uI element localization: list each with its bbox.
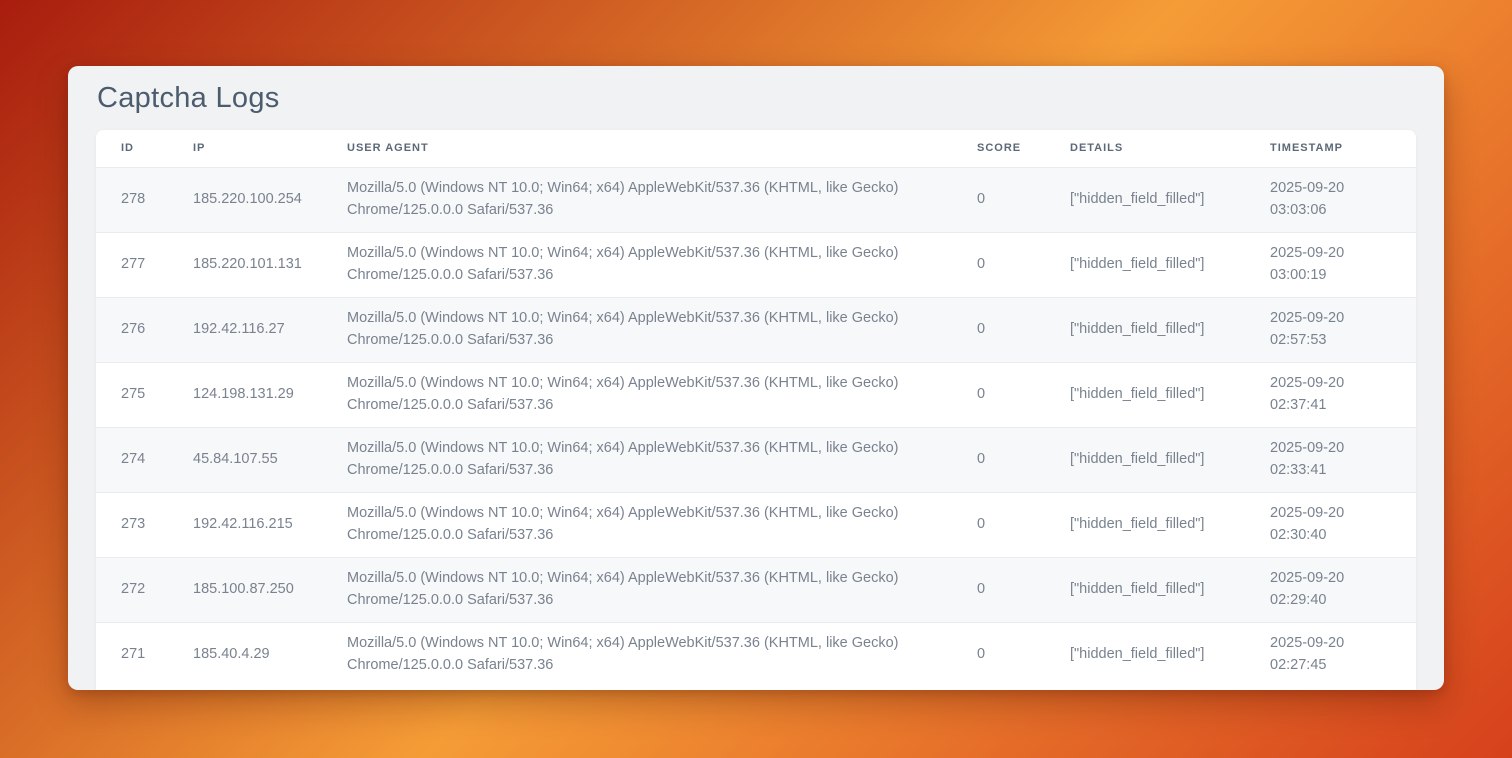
cell-user-agent: Mozilla/5.0 (Windows NT 10.0; Win64; x64… — [322, 622, 952, 687]
cell-user-agent: Mozilla/5.0 (Windows NT 10.0; Win64; x64… — [322, 167, 952, 232]
table-header: ID IP USER AGENT SCORE DETAILS TIMESTAMP — [96, 130, 1416, 167]
cell-timestamp: 2025-09-20 02:30:40 — [1245, 492, 1416, 557]
cell-score: 0 — [952, 427, 1045, 492]
captcha-logs-table-container: ID IP USER AGENT SCORE DETAILS TIMESTAMP… — [96, 130, 1416, 690]
cell-details: ["hidden_field_filled"] — [1045, 492, 1245, 557]
timestamp-value: 2025-09-20 02:27:45 — [1270, 633, 1382, 676]
cell-ip: 45.84.107.55 — [168, 427, 322, 492]
cell-details: ["hidden_field_filled"] — [1045, 622, 1245, 687]
timestamp-value: 2025-09-20 02:37:41 — [1270, 373, 1382, 416]
cell-details: ["hidden_field_filled"] — [1045, 427, 1245, 492]
cell-score: 0 — [952, 492, 1045, 557]
cell-ip: 192.42.116.215 — [168, 492, 322, 557]
cell-ip: 185.220.101.131 — [168, 232, 322, 297]
cell-ip: 185.100.87.250 — [168, 557, 322, 622]
cell-timestamp: 2025-09-20 03:03:06 — [1245, 167, 1416, 232]
table-row: 273 192.42.116.215 Mozilla/5.0 (Windows … — [96, 492, 1416, 557]
cell-details: ["hidden_field_filled"] — [1045, 362, 1245, 427]
cell-score: 0 — [952, 167, 1045, 232]
cell-id: 272 — [96, 557, 168, 622]
cell-score: 0 — [952, 232, 1045, 297]
column-header-id: ID — [96, 130, 168, 167]
timestamp-value: 2025-09-20 02:30:40 — [1270, 503, 1382, 546]
captcha-logs-card: Captcha Logs ID IP USER AGENT SCORE DETA… — [68, 66, 1444, 690]
cell-id: 275 — [96, 362, 168, 427]
cell-id: 273 — [96, 492, 168, 557]
table-header-row: ID IP USER AGENT SCORE DETAILS TIMESTAMP — [96, 130, 1416, 167]
cell-details: ["hidden_field_filled"] — [1045, 557, 1245, 622]
captcha-logs-table: ID IP USER AGENT SCORE DETAILS TIMESTAMP… — [96, 130, 1416, 687]
cell-score: 0 — [952, 622, 1045, 687]
column-header-timestamp: TIMESTAMP — [1245, 130, 1416, 167]
cell-timestamp: 2025-09-20 02:29:40 — [1245, 557, 1416, 622]
table-row: 277 185.220.101.131 Mozilla/5.0 (Windows… — [96, 232, 1416, 297]
table-row: 274 45.84.107.55 Mozilla/5.0 (Windows NT… — [96, 427, 1416, 492]
cell-ip: 185.220.100.254 — [168, 167, 322, 232]
cell-ip: 124.198.131.29 — [168, 362, 322, 427]
cell-timestamp: 2025-09-20 03:00:19 — [1245, 232, 1416, 297]
cell-details: ["hidden_field_filled"] — [1045, 167, 1245, 232]
table-row: 271 185.40.4.29 Mozilla/5.0 (Windows NT … — [96, 622, 1416, 687]
table-body: 278 185.220.100.254 Mozilla/5.0 (Windows… — [96, 167, 1416, 687]
table-row: 272 185.100.87.250 Mozilla/5.0 (Windows … — [96, 557, 1416, 622]
cell-score: 0 — [952, 297, 1045, 362]
column-header-ip: IP — [168, 130, 322, 167]
cell-id: 278 — [96, 167, 168, 232]
cell-user-agent: Mozilla/5.0 (Windows NT 10.0; Win64; x64… — [322, 492, 952, 557]
table-row: 278 185.220.100.254 Mozilla/5.0 (Windows… — [96, 167, 1416, 232]
cell-score: 0 — [952, 557, 1045, 622]
cell-id: 274 — [96, 427, 168, 492]
cell-timestamp: 2025-09-20 02:27:45 — [1245, 622, 1416, 687]
timestamp-value: 2025-09-20 02:33:41 — [1270, 438, 1382, 481]
cell-user-agent: Mozilla/5.0 (Windows NT 10.0; Win64; x64… — [322, 232, 952, 297]
cell-score: 0 — [952, 362, 1045, 427]
cell-details: ["hidden_field_filled"] — [1045, 297, 1245, 362]
cell-user-agent: Mozilla/5.0 (Windows NT 10.0; Win64; x64… — [322, 297, 952, 362]
table-row: 276 192.42.116.27 Mozilla/5.0 (Windows N… — [96, 297, 1416, 362]
column-header-score: SCORE — [952, 130, 1045, 167]
column-header-details: DETAILS — [1045, 130, 1245, 167]
cell-details: ["hidden_field_filled"] — [1045, 232, 1245, 297]
cell-user-agent: Mozilla/5.0 (Windows NT 10.0; Win64; x64… — [322, 427, 952, 492]
cell-user-agent: Mozilla/5.0 (Windows NT 10.0; Win64; x64… — [322, 362, 952, 427]
column-header-user-agent: USER AGENT — [322, 130, 952, 167]
timestamp-value: 2025-09-20 02:57:53 — [1270, 308, 1382, 351]
table-row: 275 124.198.131.29 Mozilla/5.0 (Windows … — [96, 362, 1416, 427]
cell-id: 277 — [96, 232, 168, 297]
cell-ip: 185.40.4.29 — [168, 622, 322, 687]
cell-ip: 192.42.116.27 — [168, 297, 322, 362]
cell-id: 276 — [96, 297, 168, 362]
cell-timestamp: 2025-09-20 02:33:41 — [1245, 427, 1416, 492]
timestamp-value: 2025-09-20 03:03:06 — [1270, 178, 1382, 221]
cell-timestamp: 2025-09-20 02:37:41 — [1245, 362, 1416, 427]
cell-id: 271 — [96, 622, 168, 687]
timestamp-value: 2025-09-20 02:29:40 — [1270, 568, 1382, 611]
cell-timestamp: 2025-09-20 02:57:53 — [1245, 297, 1416, 362]
timestamp-value: 2025-09-20 03:00:19 — [1270, 243, 1382, 286]
page-title: Captcha Logs — [97, 82, 1416, 115]
cell-user-agent: Mozilla/5.0 (Windows NT 10.0; Win64; x64… — [322, 557, 952, 622]
